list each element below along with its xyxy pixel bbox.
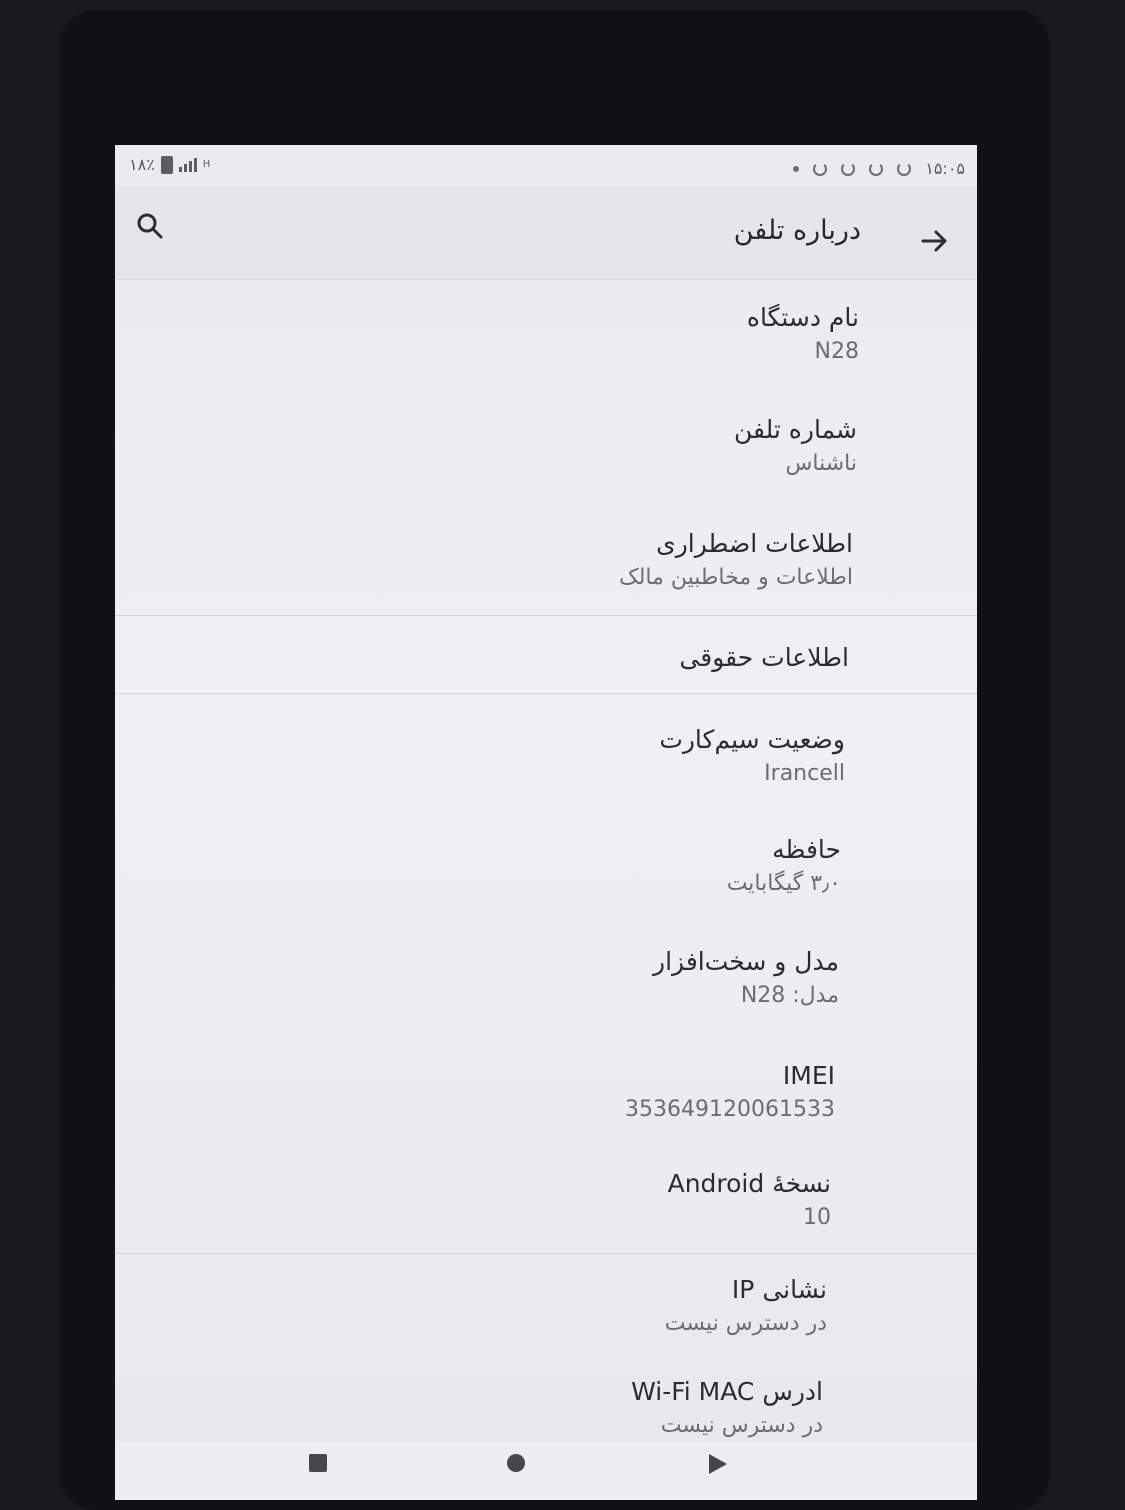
divider xyxy=(115,615,977,616)
item-label: مدل و سخت‌افزار xyxy=(653,947,839,976)
item-label: حافظه xyxy=(772,835,841,864)
sync-icon xyxy=(869,161,884,176)
nav-back-button[interactable] xyxy=(709,1454,727,1474)
item-label: شماره تلفن xyxy=(733,415,857,444)
item-value: N28 xyxy=(814,339,859,364)
item-label: نام دستگاه xyxy=(746,303,859,332)
status-left: ۱۸٪ H xyxy=(129,155,210,174)
item-value: 353649120061533 xyxy=(625,1097,835,1122)
notification-dot-icon xyxy=(793,165,800,172)
list-item-storage[interactable]: حافظه ۳٫۰ گیگابایت xyxy=(115,827,977,917)
item-label: ادرس Wi-Fi MAC xyxy=(631,1377,823,1406)
item-value: ۳٫۰ گیگابایت xyxy=(726,871,841,896)
divider xyxy=(115,1253,977,1254)
list-item-model-hardware[interactable]: مدل و سخت‌افزار مدل: N28 xyxy=(115,939,977,1029)
app-toolbar: درباره تلفن xyxy=(115,187,977,280)
network-type: H xyxy=(202,159,211,170)
item-value: در دسترس نیست xyxy=(664,1311,827,1336)
item-value: 10 xyxy=(803,1205,831,1230)
page-title: درباره تلفن xyxy=(733,215,861,246)
search-icon xyxy=(137,213,163,239)
recent-apps-button[interactable] xyxy=(309,1454,327,1472)
signal-icon xyxy=(178,157,197,172)
battery-icon xyxy=(160,155,173,174)
list-item-ip-address[interactable]: نشانی IP در دسترس نیست xyxy=(115,1267,977,1357)
sync-icon xyxy=(897,161,912,176)
list-item-legal-info[interactable]: اطلاعات حقوقی xyxy=(115,635,977,695)
item-label: نسخهٔ Android xyxy=(667,1169,831,1198)
item-label: اطلاعات اضطراری xyxy=(656,529,853,558)
list-item-device-name[interactable]: نام دستگاه N28 xyxy=(115,295,977,385)
list-item-phone-number[interactable]: شماره تلفن ناشناس xyxy=(115,407,977,497)
status-bar: ۱۸٪ H ۱۵:۰۵ xyxy=(115,145,977,187)
item-value: اطلاعات و مخاطبین مالک xyxy=(619,565,853,590)
item-value: مدل: N28 xyxy=(740,983,839,1008)
sync-icon xyxy=(841,161,856,176)
divider xyxy=(115,693,977,694)
item-label: اطلاعات حقوقی xyxy=(679,643,849,672)
back-button[interactable] xyxy=(917,223,953,259)
sync-icon xyxy=(813,161,828,176)
list-item-emergency-info[interactable]: اطلاعات اضطراری اطلاعات و مخاطبین مالک xyxy=(115,521,977,611)
status-right: ۱۵:۰۵ xyxy=(793,159,965,178)
clock: ۱۵:۰۵ xyxy=(925,159,965,178)
arrow-right-icon xyxy=(921,230,947,252)
list-item-imei[interactable]: IMEI 353649120061533 xyxy=(115,1053,977,1143)
list-item-sim-status[interactable]: وضعیت سیم‌کارت Irancell xyxy=(115,717,977,807)
home-button[interactable] xyxy=(507,1454,525,1472)
item-value: در دسترس نیست xyxy=(660,1413,823,1438)
battery-percent: ۱۸٪ xyxy=(129,155,155,174)
search-button[interactable] xyxy=(133,209,169,245)
item-label: IMEI xyxy=(782,1061,835,1090)
item-value: ناشناس xyxy=(785,451,857,476)
list-item-android-version[interactable]: نسخهٔ Android 10 xyxy=(115,1161,977,1251)
item-label: نشانی IP xyxy=(731,1275,827,1304)
navigation-bar xyxy=(115,1442,977,1500)
item-value: Irancell xyxy=(764,761,845,786)
phone-screen: ۱۸٪ H ۱۵:۰۵ درباره تلفن نام دستگاه N28 ش… xyxy=(115,145,977,1500)
item-label: وضعیت سیم‌کارت xyxy=(659,725,845,754)
